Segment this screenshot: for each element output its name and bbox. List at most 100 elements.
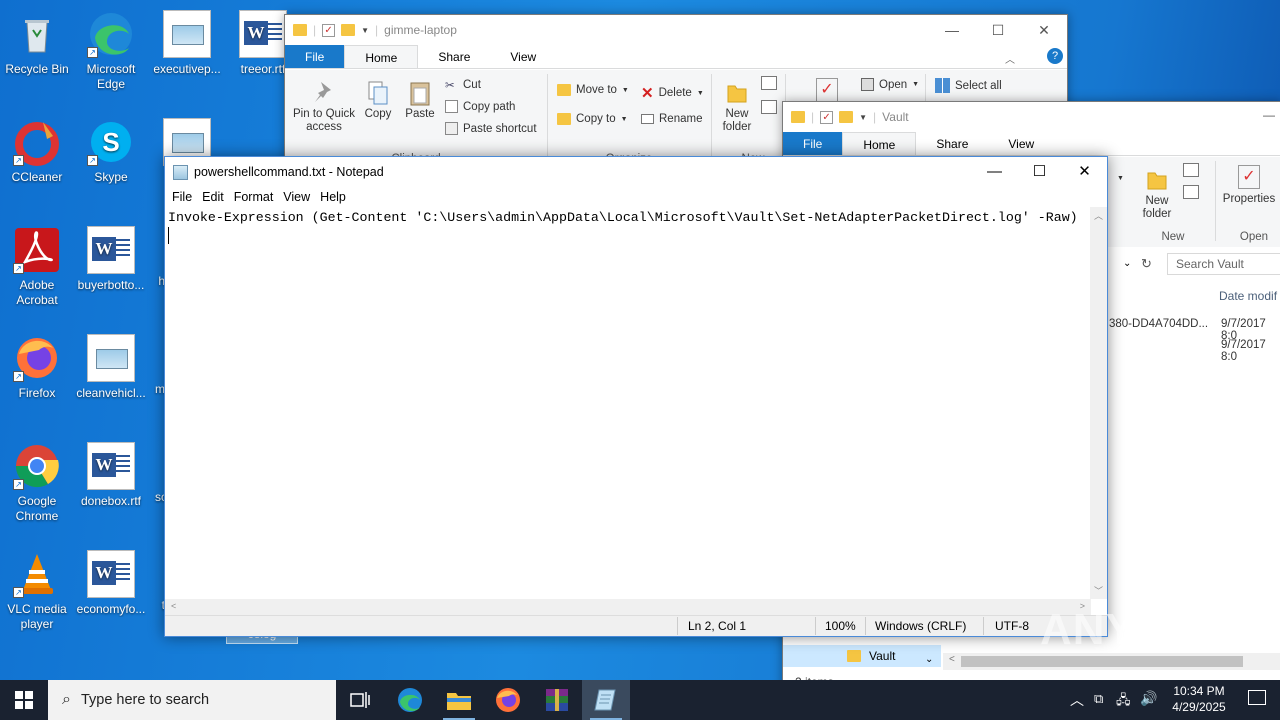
file-row[interactable]: 9/7/2017 8:0	[1109, 339, 1280, 363]
horizontal-scrollbar[interactable]: < >	[165, 599, 1091, 616]
search-vault-input[interactable]: Search Vault	[1167, 253, 1280, 275]
easy-access-icon[interactable]	[761, 100, 777, 114]
status-cursor-position: Ln 2, Col 1	[688, 619, 747, 633]
shortcut-arrow-icon: ↗	[13, 155, 24, 166]
nav-pane-item-vault[interactable]: Vault	[783, 645, 941, 667]
horizontal-scrollbar[interactable]: <	[943, 653, 1280, 670]
explorer-titlebar[interactable]: | ✓ ▼ | Vault —	[783, 102, 1280, 132]
rename-button[interactable]: Rename	[641, 113, 702, 125]
desktop-icon-chrome[interactable]: ↗ Google Chrome	[0, 438, 74, 524]
start-button[interactable]	[0, 680, 48, 720]
desktop-icon-firefox[interactable]: ↗ Firefox	[0, 330, 74, 401]
file-row[interactable]: 380-DD4A704DD... 9/7/2017 8:0	[1109, 318, 1280, 342]
network-icon[interactable]: 🖧	[1116, 691, 1131, 713]
refresh-icon[interactable]: ↻	[1141, 256, 1152, 272]
notepad-window[interactable]: powershellcommand.txt - Notepad — ☐ ✕ Fi…	[164, 156, 1108, 637]
taskbar-clock[interactable]: 10:34 PM 4/29/2025	[1164, 683, 1234, 715]
tab-view[interactable]: View	[988, 132, 1054, 155]
maximize-button[interactable]: ☐	[975, 15, 1021, 45]
tab-file[interactable]: File	[285, 45, 345, 68]
desktop-icon-ccleaner[interactable]: ↗ CCleaner	[0, 114, 74, 185]
menu-file[interactable]: File	[167, 190, 197, 204]
vertical-scrollbar[interactable]: ︿ ﹀	[1090, 207, 1107, 599]
menu-view[interactable]: View	[278, 190, 315, 204]
new-item-icon[interactable]	[761, 76, 777, 90]
shortcut-arrow-icon: ↗	[13, 371, 24, 382]
tab-view[interactable]: View	[490, 45, 556, 68]
desktop-icon-vlc[interactable]: ↗ VLC media player	[0, 546, 74, 632]
new-item-icon[interactable]	[1183, 163, 1199, 177]
desktop-icon-acrobat[interactable]: ↗ Adobe Acrobat	[0, 222, 74, 308]
tab-share[interactable]: Share	[418, 45, 490, 68]
properties-check-icon[interactable]: ✓	[322, 23, 336, 37]
desktop-icon-label: sc	[155, 490, 167, 504]
task-view-button[interactable]	[336, 680, 384, 720]
properties-button[interactable]: ✓ Properties	[1221, 165, 1277, 206]
minimize-button[interactable]: —	[929, 15, 975, 45]
dropdown-arrow-icon[interactable]: ▼	[1117, 175, 1124, 182]
menu-edit[interactable]: Edit	[197, 190, 229, 204]
address-dropdown-icon[interactable]: ⌄	[1123, 258, 1131, 269]
desktop-icon-executivep[interactable]: executivep...	[150, 6, 224, 77]
new-folder-icon[interactable]	[839, 111, 854, 123]
folder-icon	[791, 111, 805, 123]
shortcut-arrow-icon: ↗	[87, 47, 98, 58]
close-button[interactable]: ✕	[1062, 157, 1107, 187]
maximize-button[interactable]: ☐	[1017, 157, 1062, 187]
folder-icon	[847, 650, 861, 662]
show-hidden-icons-chevron-icon[interactable]: ︿	[1070, 690, 1084, 710]
new-folder-button[interactable]: New folder	[715, 80, 759, 134]
paste-button[interactable]: Paste	[401, 80, 439, 121]
help-icon[interactable]: ?	[1047, 48, 1063, 64]
taskbar-notepad[interactable]	[582, 680, 630, 720]
minimize-button[interactable]: —	[1263, 108, 1275, 122]
desktop-icon-skype[interactable]: S ↗ Skype	[74, 114, 148, 185]
new-folder-icon	[726, 80, 748, 104]
network-device-icon[interactable]: ⧉	[1094, 691, 1103, 707]
taskbar-winrar[interactable]	[533, 680, 581, 720]
menu-format[interactable]: Format	[229, 190, 279, 204]
delete-button[interactable]: ✕ Delete ▼	[641, 84, 704, 102]
notifications-icon[interactable]	[1248, 690, 1266, 705]
paste-shortcut-button[interactable]: Paste shortcut	[445, 122, 537, 135]
select-all-button[interactable]: Select all	[935, 78, 1002, 93]
explorer-titlebar[interactable]: | ✓ ▼ | gimme-laptop — ☐ ✕	[285, 15, 1067, 45]
cut-button[interactable]: ✂ Cut	[445, 78, 481, 93]
minimize-button[interactable]: —	[972, 157, 1017, 187]
status-zoom: 100%	[825, 619, 856, 633]
nav-scroll-down-icon[interactable]: ⌄	[925, 654, 933, 665]
delete-x-icon: ✕	[641, 85, 654, 102]
volume-icon[interactable]: 🔊	[1140, 690, 1157, 707]
move-to-button[interactable]: Move to ▼	[557, 84, 629, 96]
tab-file[interactable]: File	[783, 132, 843, 155]
taskbar: ⌕ Type here to search ︿ ⧉ 🖧 🔊 10:34 PM 4…	[0, 680, 1280, 720]
close-button[interactable]: ✕	[1021, 15, 1067, 45]
notepad-text-area[interactable]: Invoke-Expression (Get-Content 'C:\Users…	[165, 207, 1091, 599]
pin-quick-access-button[interactable]: Pin to Quick access	[289, 80, 359, 134]
clock-time: 10:34 PM	[1173, 684, 1225, 698]
ribbon-tabs: File Home Share View	[783, 132, 1280, 156]
chevron-down-icon[interactable]: ▼	[361, 26, 369, 35]
taskbar-edge[interactable]	[386, 680, 434, 720]
notepad-titlebar[interactable]: powershellcommand.txt - Notepad — ☐ ✕	[165, 157, 1107, 187]
easy-access-icon[interactable]	[1183, 185, 1199, 199]
properties-check-icon[interactable]: ✓	[820, 110, 834, 124]
column-header-date[interactable]: Date modif	[1219, 289, 1277, 303]
new-folder-icon[interactable]	[341, 24, 356, 36]
taskbar-firefox[interactable]	[484, 680, 532, 720]
open-button[interactable]: Open ▼	[861, 78, 919, 91]
menu-help[interactable]: Help	[315, 190, 351, 204]
chevron-down-icon[interactable]: ▼	[859, 113, 867, 122]
properties-check-icon: ✓	[1238, 165, 1260, 189]
tab-home[interactable]: Home	[344, 45, 419, 68]
copy-path-button[interactable]: Copy path	[445, 100, 515, 113]
copy-to-button[interactable]: Copy to ▼	[557, 113, 628, 125]
desktop-icon-recycle-bin[interactable]: Recycle Bin	[0, 6, 74, 77]
desktop-icon-edge[interactable]: ↗ Microsoft Edge	[74, 6, 148, 92]
copy-button[interactable]: Copy	[359, 80, 397, 121]
tab-home[interactable]: Home	[842, 132, 917, 155]
tab-share[interactable]: Share	[916, 132, 988, 155]
taskbar-file-explorer[interactable]	[435, 680, 483, 720]
new-folder-button[interactable]: New folder	[1135, 167, 1179, 221]
taskbar-search-box[interactable]: ⌕ Type here to search	[48, 680, 336, 720]
